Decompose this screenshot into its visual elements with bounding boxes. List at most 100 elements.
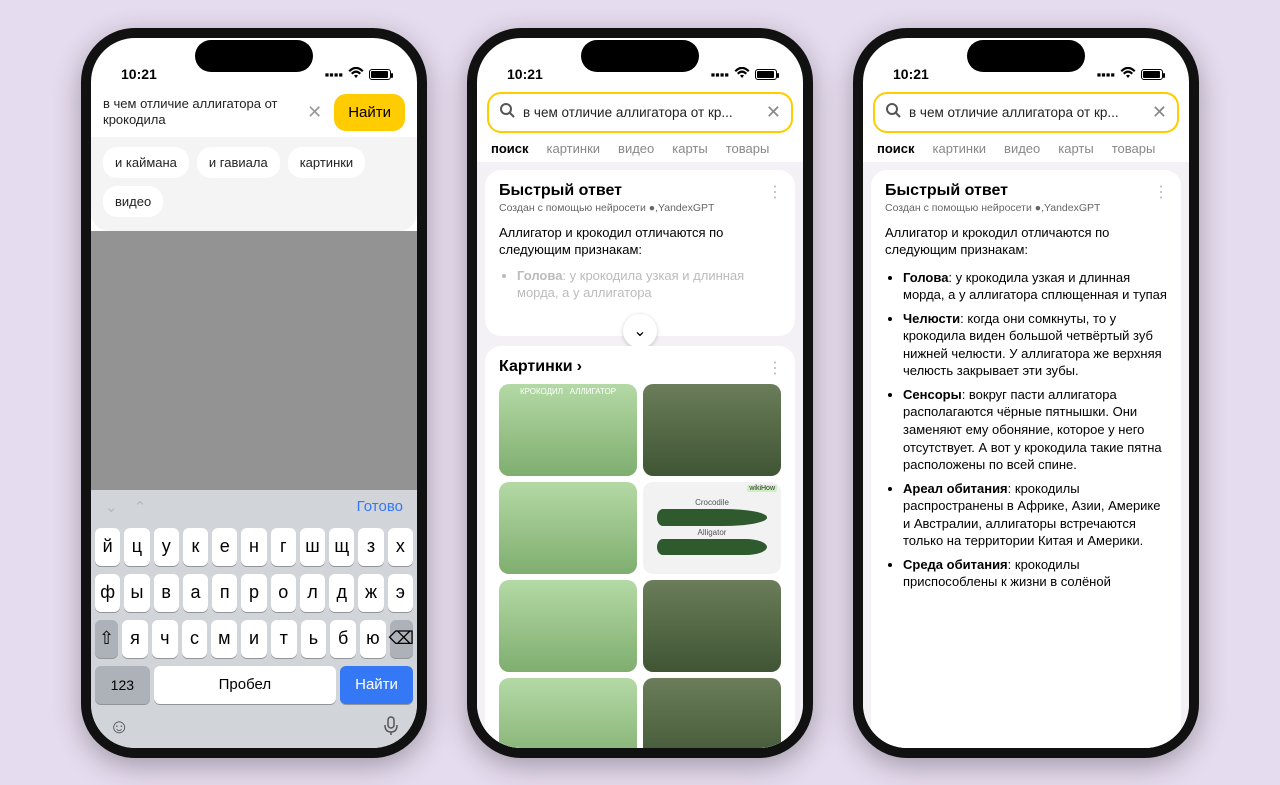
phone-mockup-1: 10:21 ▪▪▪▪ в чем отличие аллигатора от к… (81, 28, 427, 758)
wifi-icon (348, 67, 364, 82)
key[interactable]: р (241, 574, 266, 612)
key[interactable]: у (154, 528, 179, 566)
key[interactable]: в (154, 574, 179, 612)
tab-goods[interactable]: товары (1112, 141, 1156, 156)
image-thumb[interactable] (499, 678, 637, 748)
key[interactable]: е (212, 528, 237, 566)
chevron-down-icon: ⌄ (633, 321, 646, 341)
answer-bullet: Среда обитания: крокодилы приспособлены … (903, 556, 1167, 591)
image-thumb[interactable] (499, 482, 637, 574)
tab-video[interactable]: видео (618, 141, 654, 156)
kb-nav-arrows[interactable]: ⌄ ⌃ (105, 498, 146, 516)
keyboard[interactable]: й ц у к е н г ш щ з х ф ы в а п р о л (91, 524, 417, 748)
key[interactable]: ю (360, 620, 386, 658)
clear-icon[interactable]: ✕ (766, 102, 781, 123)
image-thumb[interactable]: wikiHow Crocodile Alligator (643, 482, 781, 574)
key[interactable]: щ (329, 528, 354, 566)
search-input[interactable]: в чем отличие аллигатора от кр... ✕ (873, 92, 1179, 133)
key[interactable]: о (271, 574, 296, 612)
space-key[interactable]: Пробел (154, 666, 336, 704)
emoji-icon[interactable]: ☺ (109, 716, 129, 742)
backspace-key[interactable]: ⌫ (390, 620, 413, 658)
keyboard-done[interactable]: Готово (357, 498, 403, 515)
key[interactable]: с (182, 620, 208, 658)
tab-images[interactable]: картинки (933, 141, 987, 156)
more-icon[interactable]: ⋮ (1153, 182, 1169, 202)
battery-icon (1141, 69, 1163, 80)
mic-icon[interactable] (383, 716, 399, 742)
croc-silhouette (657, 509, 767, 526)
search-key[interactable]: Найти (340, 666, 413, 704)
search-input[interactable]: в чем отличие аллигатора от кр... ✕ (487, 92, 793, 133)
key[interactable]: л (300, 574, 325, 612)
key[interactable]: ж (358, 574, 383, 612)
images-title[interactable]: Картинки › (499, 358, 781, 376)
key[interactable]: з (358, 528, 383, 566)
key[interactable]: ф (95, 574, 120, 612)
suggestion-chip[interactable]: и гавиала (197, 147, 280, 178)
key[interactable]: а (183, 574, 208, 612)
tab-search[interactable]: поиск (877, 141, 915, 156)
key[interactable]: ч (152, 620, 178, 658)
suggestion-chip[interactable]: видео (103, 186, 163, 217)
more-icon[interactable]: ⋮ (767, 358, 783, 378)
clear-icon[interactable]: ✕ (303, 102, 326, 123)
key[interactable]: ы (124, 574, 149, 612)
search-query-text: в чем отличие аллигатора от крокодила (103, 96, 295, 127)
search-row: в чем отличие аллигатора от крокодила ✕ … (91, 88, 417, 137)
key[interactable]: т (271, 620, 297, 658)
results-area[interactable]: ⋮ Быстрый ответ Создан с помощью нейросе… (477, 162, 803, 748)
answer-body: Аллигатор и крокодил отличаются по следу… (499, 224, 781, 302)
key[interactable]: д (329, 574, 354, 612)
image-thumb[interactable] (643, 678, 781, 748)
tab-images[interactable]: картинки (547, 141, 601, 156)
search-query-text: в чем отличие аллигатора от кр... (909, 105, 1144, 120)
key[interactable]: ц (124, 528, 149, 566)
search-input[interactable]: в чем отличие аллигатора от крокодила (103, 96, 295, 127)
tab-goods[interactable]: товары (726, 141, 770, 156)
key[interactable]: ш (300, 528, 325, 566)
image-thumb[interactable]: КРОКОДИЛ АЛЛИГАТОР (499, 384, 637, 476)
tab-maps[interactable]: карты (672, 141, 707, 156)
more-icon[interactable]: ⋮ (767, 182, 783, 202)
tab-maps[interactable]: карты (1058, 141, 1093, 156)
key[interactable]: й (95, 528, 120, 566)
screen-1: 10:21 ▪▪▪▪ в чем отличие аллигатора от к… (91, 38, 417, 748)
quick-answer-title: Быстрый ответ (885, 182, 1167, 200)
suggestion-chip[interactable]: и каймана (103, 147, 189, 178)
image-thumb[interactable] (643, 384, 781, 476)
image-thumb[interactable] (643, 580, 781, 672)
key[interactable]: я (122, 620, 148, 658)
notch (195, 40, 313, 72)
shift-key[interactable]: ⇧ (95, 620, 118, 658)
key[interactable]: э (388, 574, 413, 612)
wifi-icon (1120, 67, 1136, 82)
key[interactable]: х (388, 528, 413, 566)
tab-search[interactable]: поиск (491, 141, 529, 156)
status-time: 10:21 (507, 66, 543, 82)
chevron-down-icon[interactable]: ⌄ (105, 498, 118, 516)
clear-icon[interactable]: ✕ (1152, 102, 1167, 123)
key[interactable]: и (241, 620, 267, 658)
find-button[interactable]: Найти (334, 94, 405, 131)
tab-video[interactable]: видео (1004, 141, 1040, 156)
chevron-up-icon[interactable]: ⌃ (134, 498, 147, 516)
suggestion-chip[interactable]: картинки (288, 147, 366, 178)
chevron-right-icon: › (577, 358, 582, 376)
results-area[interactable]: ⋮ Быстрый ответ Создан с помощью нейросе… (863, 162, 1189, 748)
key[interactable]: м (211, 620, 237, 658)
key[interactable]: п (212, 574, 237, 612)
expand-button[interactable]: ⌄ (623, 314, 657, 348)
empty-area (91, 231, 417, 490)
image-thumb[interactable] (499, 580, 637, 672)
key[interactable]: б (330, 620, 356, 658)
answer-intro: Аллигатор и крокодил отличаются по следу… (885, 224, 1167, 259)
keyboard-bottombar: ☺ (95, 712, 413, 742)
key[interactable]: г (271, 528, 296, 566)
signal-icon: ▪▪▪▪ (1097, 67, 1115, 82)
key[interactable]: ь (301, 620, 327, 658)
notch (967, 40, 1085, 72)
key[interactable]: н (241, 528, 266, 566)
numeric-key[interactable]: 123 (95, 666, 150, 704)
key[interactable]: к (183, 528, 208, 566)
